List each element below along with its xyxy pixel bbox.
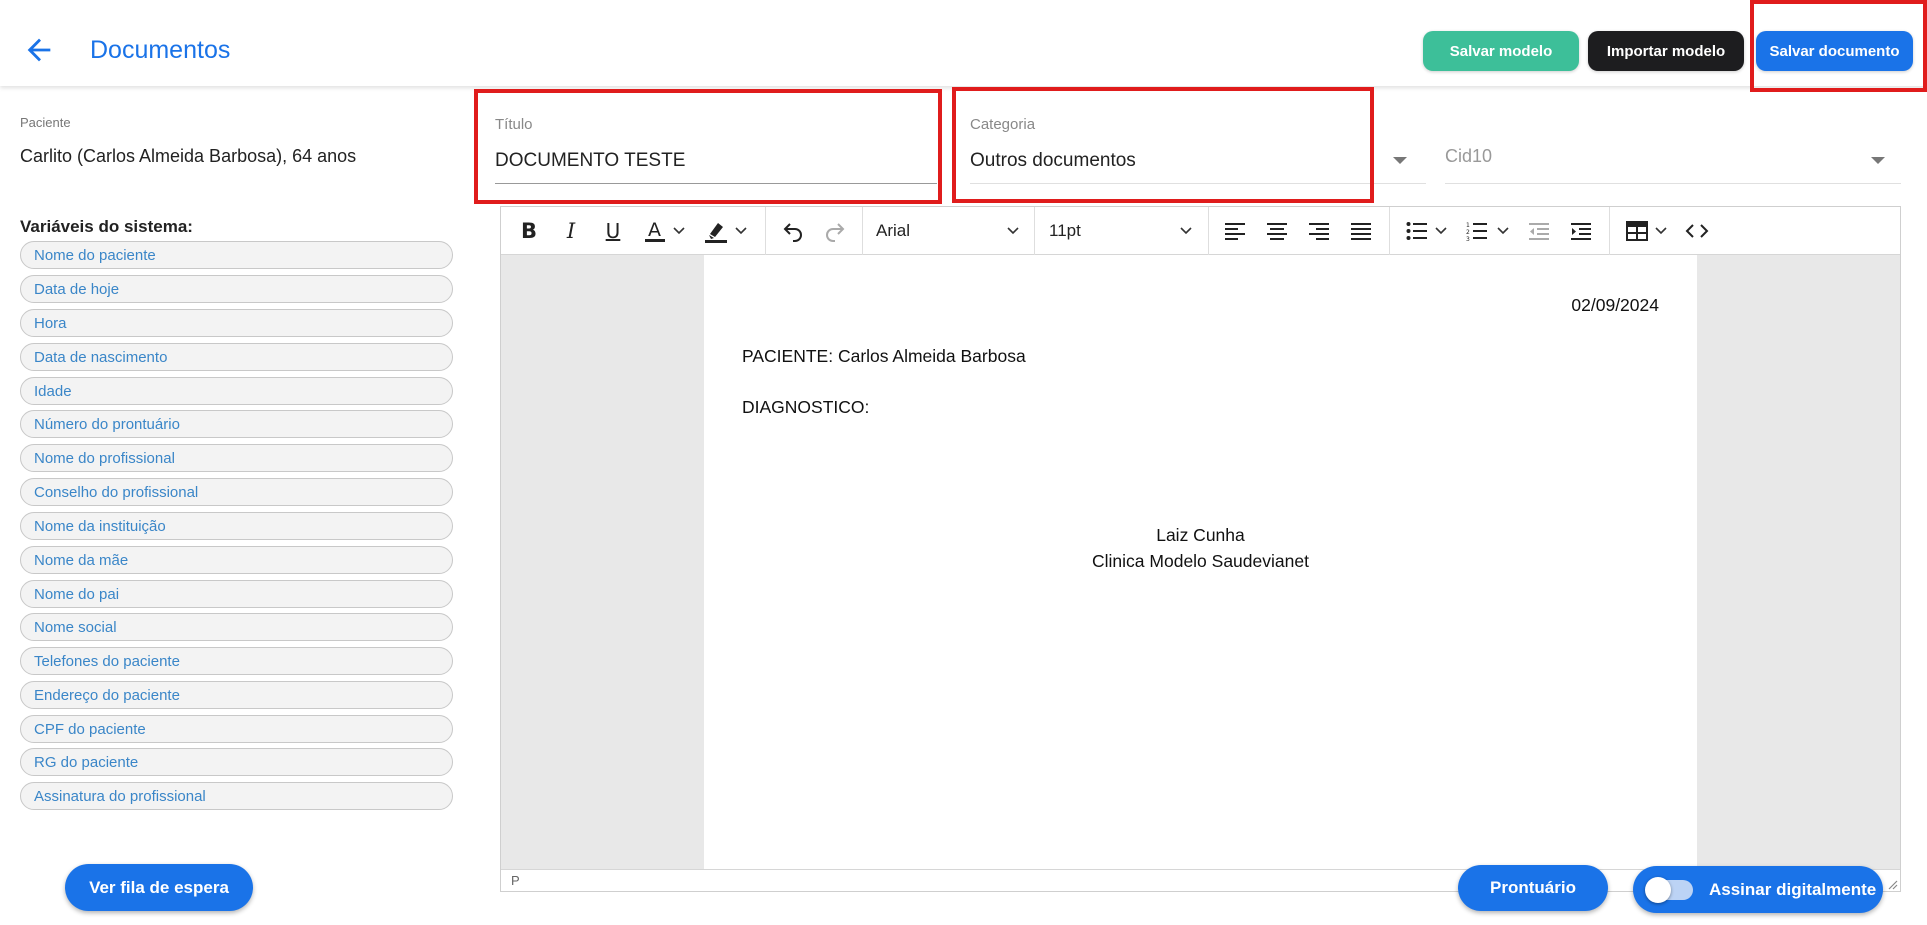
svg-text:3: 3: [1466, 236, 1470, 241]
variable-chip-patient-phones[interactable]: Telefones do paciente: [20, 647, 453, 675]
page-title: Documentos: [90, 36, 231, 64]
patient-label: Paciente: [20, 115, 71, 130]
document-diagnosis-line: DIAGNOSTICO:: [742, 397, 870, 417]
category-field-underline: [970, 183, 1426, 184]
bullet-list-chevron-down-icon[interactable]: [1433, 217, 1449, 245]
redo-icon[interactable]: [821, 217, 849, 245]
bold-icon[interactable]: B: [515, 217, 543, 245]
undo-icon[interactable]: [779, 217, 807, 245]
align-center-icon[interactable]: [1263, 217, 1291, 245]
sign-digitally-label: Assinar digitalmente: [1709, 879, 1877, 899]
variable-chip-patient-address[interactable]: Endereço do paciente: [20, 681, 453, 709]
cid10-select[interactable]: Cid10: [1445, 146, 1492, 167]
variable-chip-today-date[interactable]: Data de hoje: [20, 275, 453, 303]
import-model-button[interactable]: Importar modelo: [1588, 31, 1744, 71]
variable-chip-birth-date[interactable]: Data de nascimento: [20, 343, 453, 371]
variable-chip-patient-cpf[interactable]: CPF do paciente: [20, 715, 453, 743]
source-code-icon[interactable]: [1683, 217, 1711, 245]
highlight-title-field: [474, 89, 942, 204]
align-right-icon[interactable]: [1305, 217, 1333, 245]
category-select[interactable]: Outros documentos: [970, 150, 1136, 172]
italic-icon[interactable]: I: [557, 217, 585, 245]
variable-chip-mother-name[interactable]: Nome da mãe: [20, 546, 453, 574]
back-arrow-icon[interactable]: [22, 33, 56, 67]
svg-text:1: 1: [1466, 222, 1470, 229]
font-family-chevron-down-icon: [1007, 227, 1019, 235]
toolbar-divider: [1389, 207, 1390, 255]
editor-toolbar: B I U A Arial 11pt 1 2 3: [501, 207, 1900, 255]
system-variables-title: Variáveis do sistema:: [20, 217, 193, 236]
variable-chip-institution-name[interactable]: Nome da instituição: [20, 512, 453, 540]
bullet-list-icon[interactable]: [1403, 217, 1431, 245]
numbered-list-icon[interactable]: 123: [1463, 217, 1491, 245]
toolbar-divider: [1609, 207, 1610, 255]
font-size-value: 11pt: [1049, 221, 1081, 240]
text-color-chevron-down-icon[interactable]: [671, 217, 687, 245]
highlight-chevron-down-icon[interactable]: [733, 217, 749, 245]
variable-chip-patient-rg[interactable]: RG do paciente: [20, 748, 453, 776]
font-family-select[interactable]: Arial: [876, 217, 1026, 245]
medical-record-button[interactable]: Prontuário: [1458, 865, 1608, 911]
outdent-icon[interactable]: [1525, 217, 1553, 245]
align-left-icon[interactable]: [1221, 217, 1249, 245]
align-justify-icon[interactable]: [1347, 217, 1375, 245]
title-field-underline: [495, 183, 937, 184]
variable-chip-record-number[interactable]: Número do prontuário: [20, 410, 453, 438]
toggle-knob: [1645, 877, 1671, 903]
sign-toggle-switch[interactable]: [1645, 877, 1693, 903]
variable-chip-professional-signature[interactable]: Assinatura do profissional: [20, 782, 453, 810]
document-signature-name: Laiz Cunha: [1156, 525, 1245, 545]
svg-text:A: A: [648, 219, 661, 241]
document-date: 02/09/2024: [1571, 295, 1659, 315]
font-family-value: Arial: [876, 221, 911, 240]
category-dropdown-caret-icon[interactable]: [1393, 157, 1407, 164]
variable-chip-patient-name[interactable]: Nome do paciente: [20, 241, 453, 269]
highlight-color-icon[interactable]: [701, 217, 731, 245]
resize-handle-icon[interactable]: [1886, 877, 1898, 890]
toolbar-divider: [1034, 207, 1035, 255]
text-color-icon[interactable]: A: [641, 217, 669, 245]
document-patient-line: PACIENTE: Carlos Almeida Barbosa: [742, 346, 1026, 366]
save-document-button[interactable]: Salvar documento: [1756, 31, 1913, 71]
view-waitlist-button[interactable]: Ver fila de espera: [65, 864, 253, 911]
highlight-category-field: [952, 87, 1374, 203]
toolbar-divider: [862, 207, 863, 255]
sign-digitally-toggle-button[interactable]: Assinar digitalmente: [1633, 866, 1883, 913]
rich-text-editor: B I U A Arial 11pt 1 2 3 02/09/2024 PACI…: [500, 206, 1901, 892]
indent-icon[interactable]: [1567, 217, 1595, 245]
variable-chip-time[interactable]: Hora: [20, 309, 453, 337]
table-icon[interactable]: [1623, 217, 1651, 245]
variable-chip-age[interactable]: Idade: [20, 377, 453, 405]
variable-chip-professional-council[interactable]: Conselho do profissional: [20, 478, 453, 506]
document-signature-clinic: Clinica Modelo Saudevianet: [1092, 551, 1309, 571]
font-size-select[interactable]: 11pt: [1049, 217, 1199, 245]
cid10-field-underline: [1445, 183, 1901, 184]
variable-chip-social-name[interactable]: Nome social: [20, 613, 453, 641]
title-input[interactable]: DOCUMENTO TESTE: [495, 150, 685, 172]
category-field-label: Categoria: [970, 116, 1036, 133]
editor-canvas: 02/09/2024 PACIENTE: Carlos Almeida Barb…: [501, 255, 1900, 869]
top-bar: Documentos Salvar modelo Importar modelo…: [0, 0, 1927, 86]
patient-name: Carlito (Carlos Almeida Barbosa), 64 ano…: [20, 146, 357, 166]
toolbar-divider: [1208, 207, 1209, 255]
font-size-chevron-down-icon: [1180, 227, 1192, 235]
underline-icon[interactable]: U: [599, 217, 627, 245]
variable-chip-father-name[interactable]: Nome do pai: [20, 580, 453, 608]
table-chevron-down-icon[interactable]: [1653, 217, 1669, 245]
document-page[interactable]: 02/09/2024 PACIENTE: Carlos Almeida Barb…: [704, 255, 1697, 869]
save-model-button[interactable]: Salvar modelo: [1423, 31, 1579, 71]
cid10-dropdown-caret-icon[interactable]: [1871, 157, 1885, 164]
toolbar-divider: [765, 207, 766, 255]
title-field-label: Título: [495, 116, 533, 133]
variable-chip-professional-name[interactable]: Nome do profissional: [20, 444, 453, 472]
svg-text:2: 2: [1466, 229, 1470, 236]
element-path: P: [511, 873, 520, 888]
numbered-list-chevron-down-icon[interactable]: [1495, 217, 1511, 245]
